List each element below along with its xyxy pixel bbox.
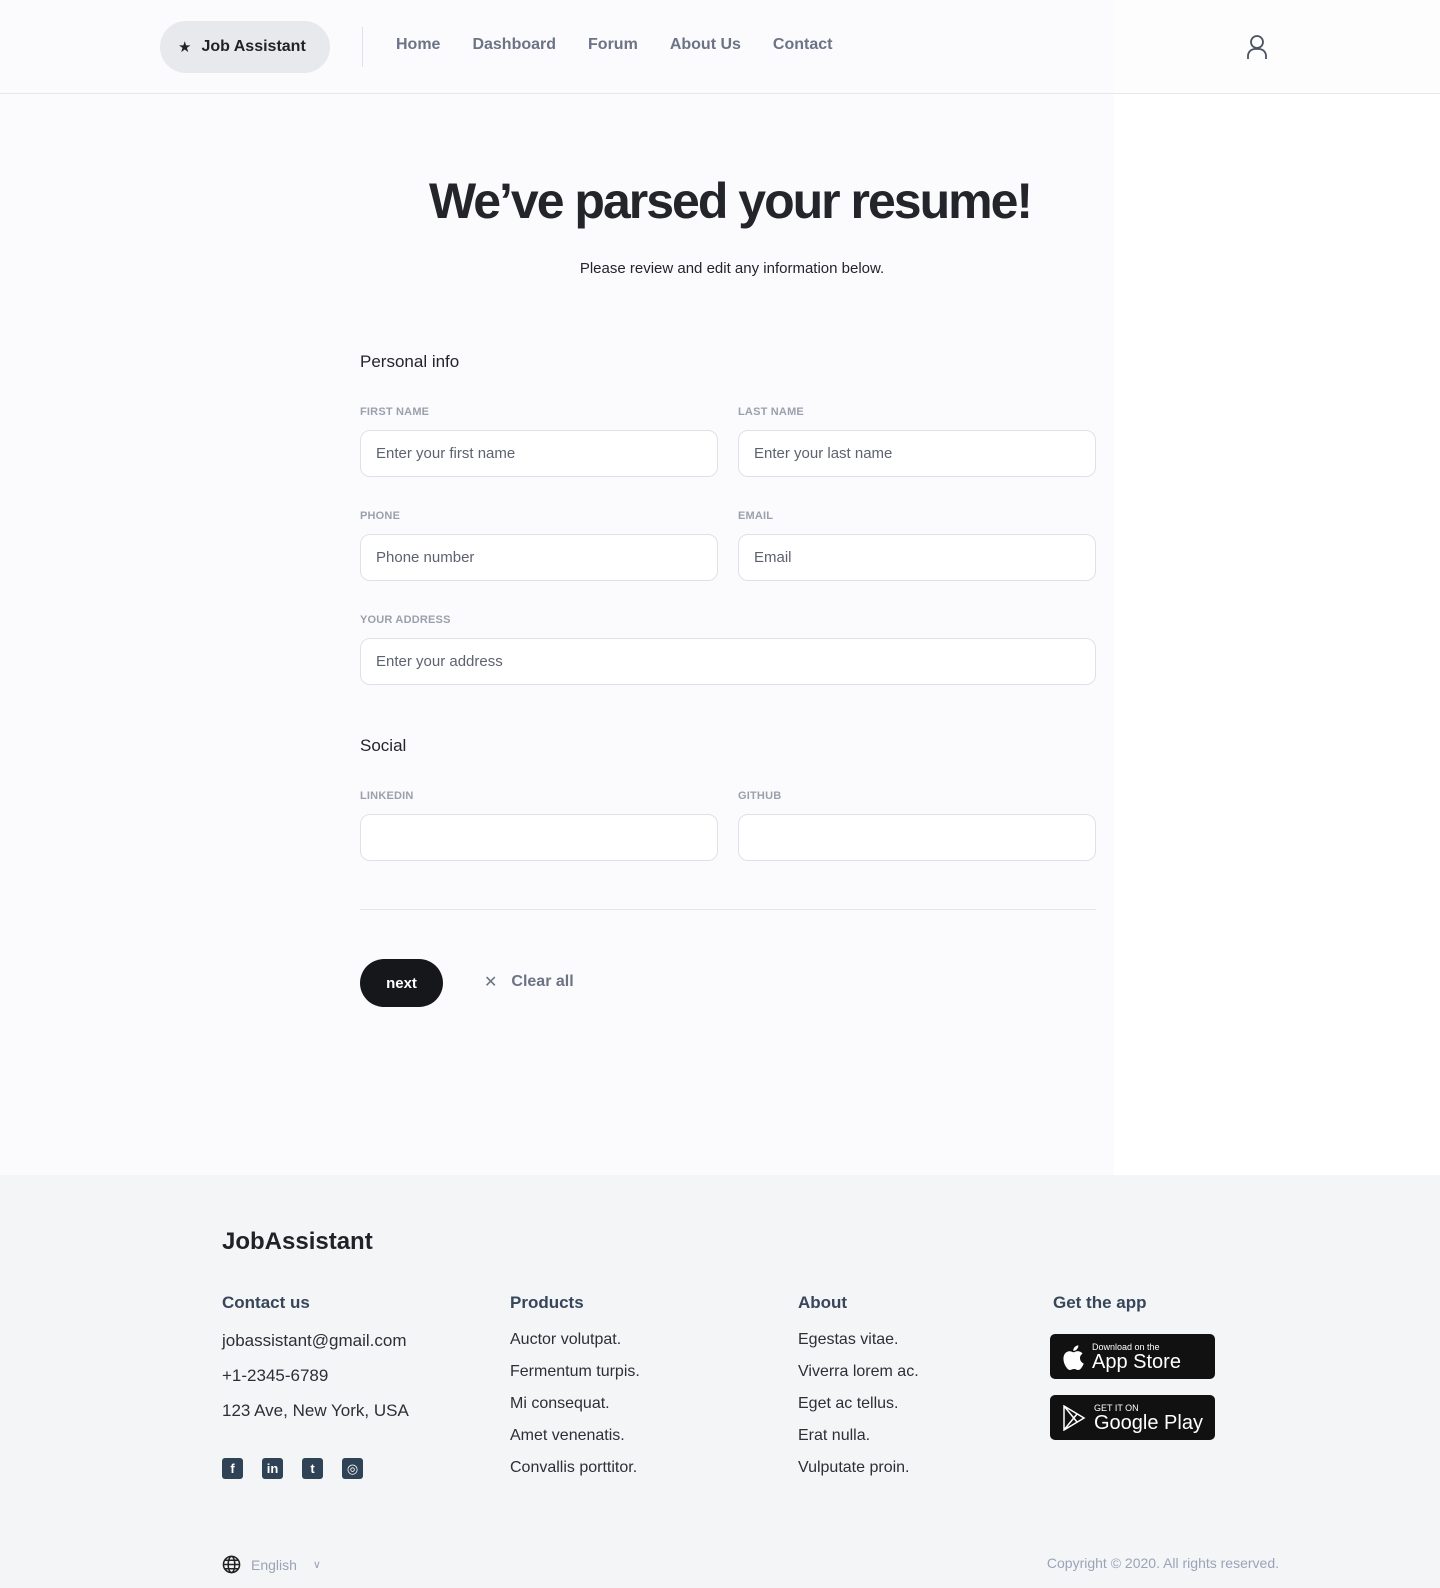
footer-link[interactable]: Auctor volutpat. — [510, 1331, 640, 1349]
facebook-icon[interactable]: f — [222, 1458, 243, 1479]
instagram-icon[interactable]: ◎ — [342, 1458, 363, 1479]
page-title: We’ve parsed your resume! — [428, 173, 1033, 229]
footer-link[interactable]: Fermentum turpis. — [510, 1363, 640, 1381]
contact-heading: Contact us — [222, 1293, 310, 1312]
appstore-text: App Store — [1092, 1350, 1181, 1373]
footer-link[interactable]: Vulputate proin. — [798, 1459, 919, 1477]
email-input[interactable] — [738, 534, 1096, 581]
app-store-button[interactable]: Download on the App Store — [1050, 1334, 1215, 1379]
products-heading: Products — [510, 1293, 584, 1312]
social-heading: Social — [360, 736, 407, 755]
nav-home[interactable]: Home — [396, 36, 440, 54]
github-label: GITHUB — [738, 790, 782, 802]
footer-link[interactable]: Mi consequat. — [510, 1395, 640, 1413]
clear-all-label: Clear all — [511, 973, 574, 990]
address-label: YOUR ADDRESS — [360, 614, 451, 626]
twitter-icon[interactable]: t — [302, 1458, 323, 1479]
page-subtitle: Please review and edit any information b… — [579, 260, 885, 277]
globe-icon — [222, 1555, 241, 1574]
phone-label: PHONE — [360, 510, 401, 522]
footer-link[interactable]: Viverra lorem ac. — [798, 1363, 919, 1381]
contact-email[interactable]: jobassistant@gmail.com — [222, 1331, 409, 1351]
about-column: About Egestas vitae. Viverra lorem ac. E… — [798, 1293, 919, 1491]
clear-all-button[interactable]: ✕ Clear all — [484, 972, 574, 992]
last-name-input[interactable] — [738, 430, 1096, 477]
brand-button[interactable]: ★ Job Assistant — [160, 21, 330, 73]
footer-logo: JobAssistant — [222, 1228, 373, 1255]
nav-dashboard[interactable]: Dashboard — [472, 36, 556, 54]
chevron-down-icon: ∨ — [312, 1559, 321, 1571]
phone-input[interactable] — [360, 534, 718, 581]
last-name-label: LAST NAME — [738, 406, 804, 418]
play-small-text: GET IT ON — [1094, 1402, 1139, 1413]
footer-link[interactable]: Egestas vitae. — [798, 1331, 919, 1349]
footer: JobAssistant Contact us jobassistant@gma… — [0, 1175, 1440, 1588]
brand-label: Job Assistant — [201, 38, 306, 55]
nav-about[interactable]: About Us — [670, 36, 741, 54]
contact-address: 123 Ave, New York, USA — [222, 1401, 409, 1420]
appstore-small-text: Download on the — [1092, 1341, 1160, 1352]
close-icon: ✕ — [484, 974, 498, 991]
play-text: Google Play — [1094, 1411, 1203, 1434]
address-input[interactable] — [360, 638, 1096, 685]
personal-info-heading: Personal info — [360, 352, 460, 371]
linkedin-label: LINKEDIN — [360, 790, 414, 802]
footer-link[interactable]: Convallis porttitor. — [510, 1459, 640, 1477]
language-label: English — [251, 1556, 297, 1573]
email-label: EMAIL — [738, 510, 774, 522]
top-nav: ★ Job Assistant Home Dashboard Forum Abou… — [0, 0, 1440, 94]
play-icon — [1063, 1404, 1086, 1431]
nav-forum[interactable]: Forum — [588, 36, 638, 54]
star-icon: ★ — [178, 39, 192, 56]
footer-link[interactable]: Amet venenatis. — [510, 1427, 640, 1445]
first-name-label: FIRST NAME — [360, 406, 430, 418]
form-divider — [360, 909, 1096, 910]
first-name-input[interactable] — [360, 430, 718, 477]
divider — [362, 27, 363, 67]
contact-phone[interactable]: +1-2345-6789 — [222, 1366, 409, 1386]
apple-icon — [1063, 1344, 1084, 1370]
about-heading: About — [798, 1293, 848, 1312]
products-column: Products Auctor volutpat. Fermentum turp… — [510, 1293, 640, 1491]
github-input[interactable] — [738, 814, 1096, 861]
google-play-button[interactable]: GET IT ON Google Play — [1050, 1395, 1215, 1440]
user-icon[interactable] — [1246, 34, 1268, 60]
next-button[interactable]: next — [360, 959, 443, 1007]
linkedin-icon[interactable]: in — [262, 1458, 283, 1479]
language-selector[interactable]: English ∨ — [222, 1555, 321, 1574]
nav-links: Home Dashboard Forum About Us Contact — [396, 36, 832, 54]
nav-contact[interactable]: Contact — [773, 36, 833, 54]
copyright: Copyright © 2020. All rights reserved. — [1046, 1555, 1279, 1571]
footer-link[interactable]: Eget ac tellus. — [798, 1395, 919, 1413]
app-column: Get the app — [1053, 1293, 1147, 1331]
social-links: f in t ◎ — [222, 1458, 363, 1479]
app-heading: Get the app — [1053, 1293, 1147, 1312]
footer-link[interactable]: Erat nulla. — [798, 1427, 919, 1445]
linkedin-input[interactable] — [360, 814, 718, 861]
contact-column: Contact us jobassistant@gmail.com +1-234… — [222, 1293, 409, 1436]
